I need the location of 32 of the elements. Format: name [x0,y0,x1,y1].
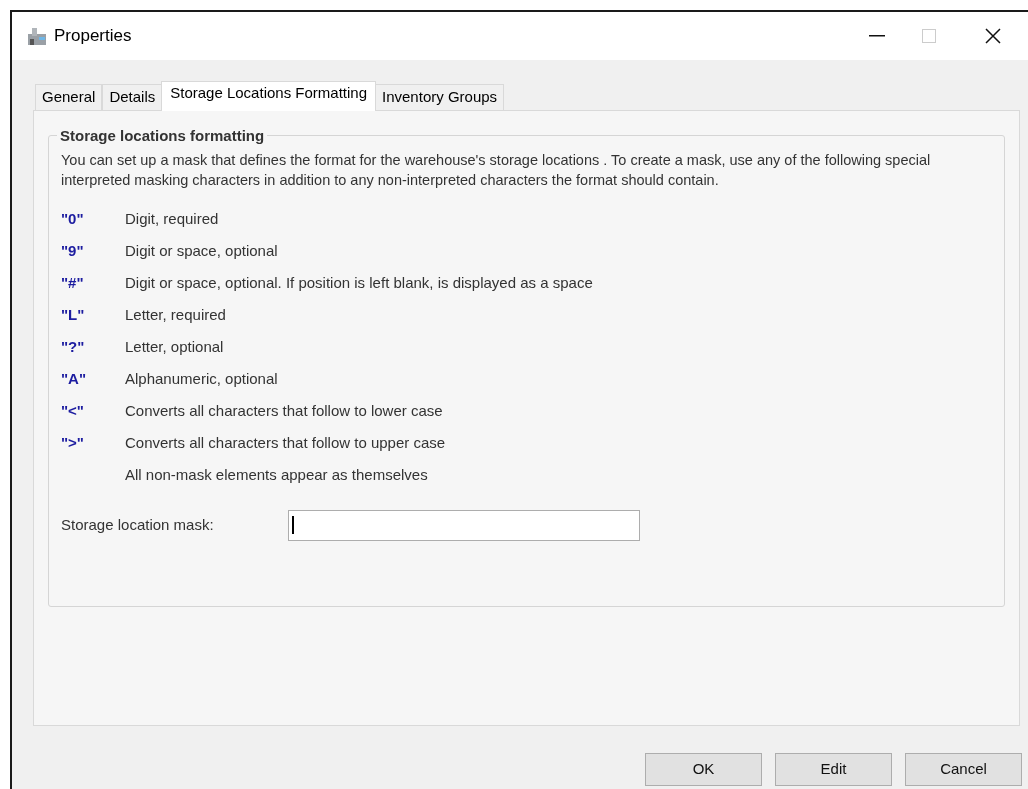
mask-meaning: Digit or space, optional. If position is left blank, is displayed as a space [125,272,593,293]
maximize-icon [922,29,936,43]
mask-input-field[interactable] [288,509,640,541]
mask-character: "A" [61,368,88,389]
mask-meaning: Alphanumeric, optional [125,368,278,389]
description-text: You can set up a mask that defines the format for the warehouse's storage locations . To create a mask, use any of the following special interpreted masking characters in addition to any non-interpreted characters the format should contain. [61,151,932,190]
tab[interactable]: General [35,84,103,110]
mask-meaning: Converts all characters that follow to lower case [125,400,443,421]
close-icon [985,28,1001,44]
dialog-button[interactable]: OK [645,753,762,786]
dialog-button[interactable]: Edit [775,753,892,786]
mask-character: "L" [61,304,86,325]
mask-meaning: Digit, required [125,208,219,229]
mask-character: "<" [61,400,85,421]
warehouse-icon [26,26,48,46]
mask-meaning: Converts all characters that follow to upper case [125,432,446,453]
mask-meaning: Letter, required [125,304,226,325]
mask-character: ">" [61,432,85,453]
window-title: Properties [54,25,132,48]
mask-character: "?" [61,336,86,357]
dialog-button[interactable]: Cancel [905,753,1022,786]
field-label: Storage location mask: [61,514,215,535]
mask-meaning: Digit or space, optional [125,240,278,261]
note-text: All non-mask elements appear as themselves [125,464,428,485]
mask-character: "0" [61,208,85,229]
minimize-icon [869,35,885,37]
mask-character: "9" [61,240,85,261]
mask-character: "#" [61,272,85,293]
tab[interactable]: Details [102,84,163,110]
tab[interactable]: Storage Locations Formatting [161,81,376,111]
tab[interactable]: Inventory Groups [375,84,505,110]
mask-meaning: Letter, optional [125,336,224,357]
